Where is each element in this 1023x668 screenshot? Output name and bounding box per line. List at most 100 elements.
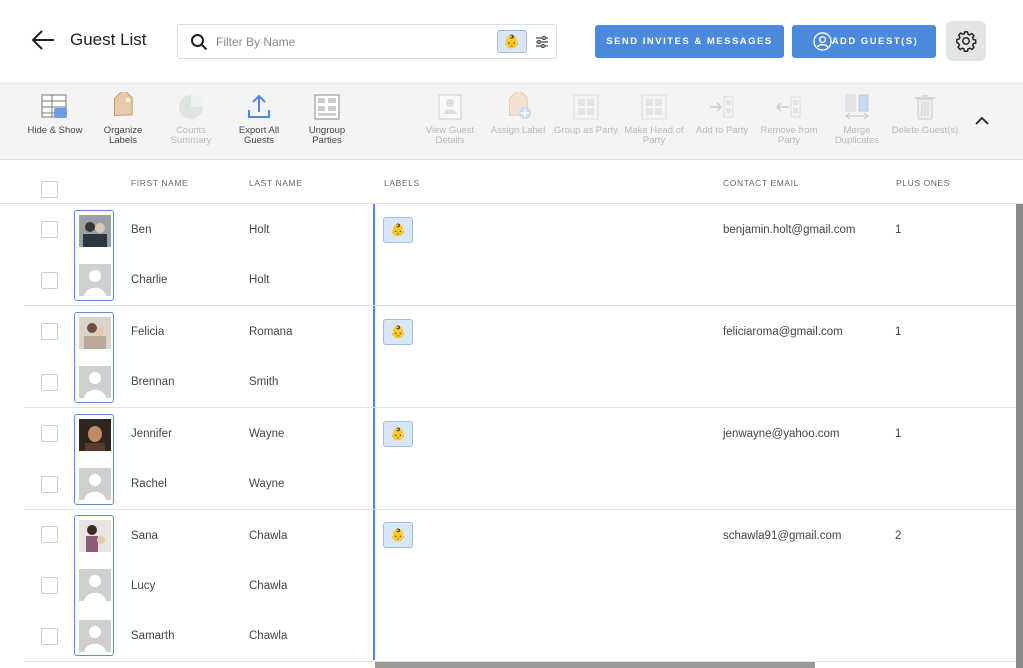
- columns-icon: [41, 94, 67, 118]
- frozen-column-divider: [373, 204, 375, 660]
- merge-duplicates-tool[interactable]: Merge Duplicates: [823, 92, 891, 146]
- row-checkbox[interactable]: [41, 476, 58, 493]
- plus-ones-cell[interactable]: 1: [895, 428, 901, 440]
- add-to-party-icon: [710, 96, 734, 118]
- first-name-cell[interactable]: Rachel: [131, 478, 167, 490]
- column-header-email[interactable]: CONTACT EMAIL: [723, 178, 799, 188]
- row-checkbox[interactable]: [41, 628, 58, 645]
- first-name-cell[interactable]: Felicia: [131, 326, 164, 338]
- search-input[interactable]: [216, 32, 486, 52]
- last-name-cell[interactable]: Chawla: [249, 630, 287, 642]
- first-name-cell[interactable]: Brennan: [131, 376, 174, 388]
- tag-add-icon: [509, 92, 531, 119]
- person-circle-icon: [813, 32, 832, 51]
- counts-summary-tool[interactable]: Counts Summary: [157, 92, 225, 146]
- email-cell[interactable]: jenwayne@yahoo.com: [723, 428, 840, 440]
- column-header-labels[interactable]: LABELS: [384, 178, 420, 188]
- first-name-cell[interactable]: Lucy: [131, 580, 155, 592]
- make-head-tool[interactable]: Make Head of Party: [620, 92, 688, 146]
- hide-show-tool[interactable]: Hide & Show: [21, 92, 89, 136]
- header-bar: Guest List 👶 SEND INVITES & MESSAGES ADD…: [0, 0, 1023, 84]
- trash-icon: [915, 95, 935, 120]
- view-details-tool[interactable]: View Guest Details: [416, 92, 484, 146]
- column-header-last-name[interactable]: LAST NAME: [249, 178, 302, 188]
- first-name-cell[interactable]: Samarth: [131, 630, 174, 642]
- group-party-tool[interactable]: Group as Party: [552, 92, 620, 136]
- ungroup-icon: [314, 94, 340, 120]
- last-name-cell[interactable]: Wayne: [249, 478, 284, 490]
- counts-summary-label: Counts Summary: [170, 125, 212, 146]
- hide-show-label: Hide & Show: [27, 125, 83, 136]
- view-details-label: View Guest Details: [425, 125, 475, 146]
- first-name-cell[interactable]: Charlie: [131, 274, 167, 286]
- vertical-scrollbar[interactable]: [1016, 204, 1023, 668]
- avatar-placeholder: [79, 366, 111, 398]
- last-name-cell[interactable]: Holt: [249, 274, 269, 286]
- organize-labels-label: Organize Labels: [103, 125, 143, 146]
- party-divider: [24, 509, 1023, 510]
- row-checkbox[interactable]: [41, 374, 58, 391]
- label-chip[interactable]: 👶: [383, 217, 413, 243]
- back-arrow-icon[interactable]: [30, 28, 56, 52]
- add-guests-label: ADD GUEST(S): [831, 36, 919, 47]
- row-checkbox[interactable]: [41, 425, 58, 442]
- email-cell[interactable]: schawla91@gmail.com: [723, 530, 841, 542]
- last-name-cell[interactable]: Romana: [249, 326, 292, 338]
- filter-settings-icon[interactable]: [535, 35, 549, 49]
- add-to-party-label: Add to Party: [695, 125, 749, 136]
- add-guests-button[interactable]: ADD GUEST(S): [792, 25, 936, 58]
- party-avatar-group: [74, 210, 114, 301]
- delete-guests-tool[interactable]: Delete Guest(s): [891, 92, 959, 136]
- upload-icon: [248, 94, 270, 118]
- email-cell[interactable]: feliciaroma@gmail.com: [723, 326, 843, 338]
- party-divider: [24, 407, 1023, 408]
- remove-from-party-tool[interactable]: Remove from Party: [755, 92, 823, 146]
- last-name-cell[interactable]: Chawla: [249, 580, 287, 592]
- export-guests-tool[interactable]: Export All Guests: [225, 92, 293, 146]
- page-title: Guest List: [70, 30, 147, 49]
- avatar-placeholder: [79, 264, 111, 296]
- label-chip[interactable]: 👶: [383, 319, 413, 345]
- first-name-cell[interactable]: Ben: [131, 224, 151, 236]
- assign-label-tool[interactable]: Assign Label: [484, 92, 552, 136]
- column-header-plus-ones[interactable]: PLUS ONES: [896, 178, 950, 188]
- avatar-placeholder: [79, 569, 111, 601]
- horizontal-scrollbar[interactable]: [375, 662, 815, 668]
- select-all-checkbox[interactable]: [41, 181, 58, 198]
- remove-from-party-label: Remove from Party: [760, 125, 818, 146]
- first-name-cell[interactable]: Jennifer: [131, 428, 172, 440]
- merge-duplicates-label: Merge Duplicates: [834, 125, 880, 146]
- row-checkbox[interactable]: [41, 323, 58, 340]
- row-checkbox[interactable]: [41, 577, 58, 594]
- gear-icon: [956, 31, 977, 52]
- delete-guests-label: Delete Guest(s): [891, 125, 959, 136]
- last-name-cell[interactable]: Smith: [249, 376, 278, 388]
- avatar-placeholder: [79, 468, 111, 500]
- last-name-cell[interactable]: Chawla: [249, 530, 287, 542]
- baby-filter-chip[interactable]: 👶: [497, 30, 527, 53]
- plus-ones-cell[interactable]: 2: [895, 530, 901, 542]
- row-checkbox[interactable]: [41, 221, 58, 238]
- add-to-party-tool[interactable]: Add to Party: [688, 92, 756, 136]
- action-toolbar: Hide & Show Organize Labels Counts Summa…: [0, 84, 1023, 160]
- last-name-cell[interactable]: Wayne: [249, 428, 284, 440]
- plus-ones-cell[interactable]: 1: [895, 224, 901, 236]
- settings-button[interactable]: [946, 21, 986, 61]
- header-divider: [0, 203, 1023, 204]
- party-avatar-group: [74, 414, 114, 505]
- remove-from-party-icon: [775, 96, 801, 118]
- last-name-cell[interactable]: Holt: [249, 224, 269, 236]
- ungroup-parties-tool[interactable]: Ungroup Parties: [293, 92, 361, 146]
- row-checkbox[interactable]: [41, 272, 58, 289]
- email-cell[interactable]: benjamin.holt@gmail.com: [723, 224, 855, 236]
- row-checkbox[interactable]: [41, 526, 58, 543]
- plus-ones-cell[interactable]: 1: [895, 326, 901, 338]
- first-name-cell[interactable]: Sana: [131, 530, 158, 542]
- send-invites-button[interactable]: SEND INVITES & MESSAGES: [595, 25, 784, 58]
- label-chip[interactable]: 👶: [383, 522, 413, 548]
- organize-labels-tool[interactable]: Organize Labels: [89, 92, 157, 146]
- chevron-up-icon[interactable]: [970, 112, 994, 130]
- label-chip[interactable]: 👶: [383, 421, 413, 447]
- column-header-first-name[interactable]: FIRST NAME: [131, 178, 188, 188]
- avatar-photo: [79, 520, 111, 552]
